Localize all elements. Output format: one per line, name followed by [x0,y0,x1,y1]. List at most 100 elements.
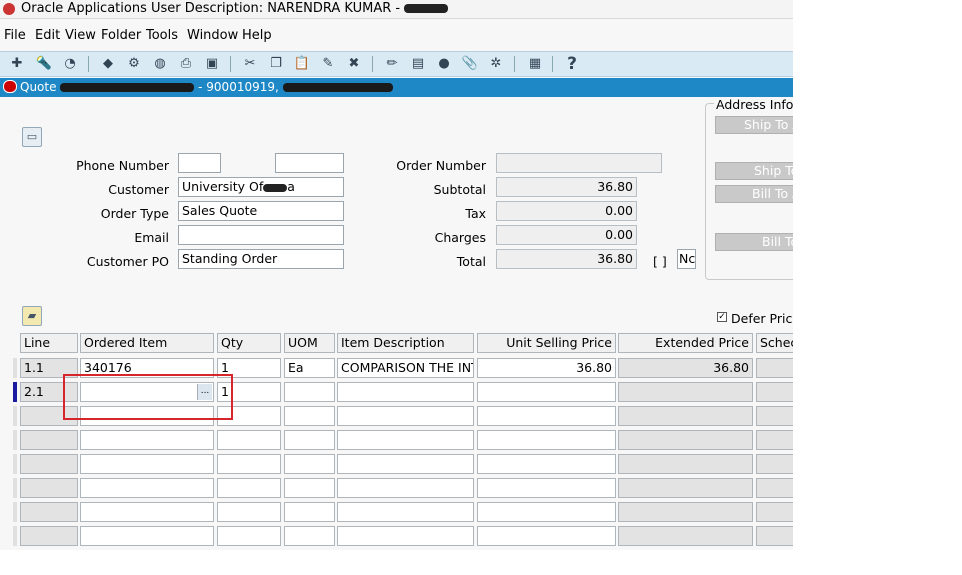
switch-responsibility-icon[interactable]: ◍ [151,55,169,73]
empty-cell[interactable] [756,478,793,498]
empty-cell[interactable] [477,526,616,546]
paste-icon[interactable]: 📋 [293,55,311,73]
cut-icon[interactable]: ✂ [241,55,259,73]
row1-schedule[interactable] [756,358,793,378]
empty-cell[interactable] [80,454,214,474]
navigator-icon[interactable]: ◔ [61,55,79,73]
find-icon[interactable]: 🔦 [35,55,53,73]
empty-cell[interactable] [80,478,214,498]
empty-cell[interactable] [284,430,335,450]
new-icon[interactable]: ✚ [8,55,26,73]
zoom-icon[interactable]: ▤ [409,55,427,73]
order-type-input[interactable]: Sales Quote [178,201,344,221]
row1-item-description[interactable]: COMPARISON THE INTI [337,358,474,378]
folder-tools-icon[interactable]: ✲ [487,55,505,73]
menu-file[interactable]: File [4,28,26,43]
menu-help[interactable]: Help [242,28,272,43]
window-help-icon[interactable]: ▦ [526,55,544,73]
translations-icon[interactable]: ● [435,55,453,73]
empty-cell[interactable] [756,454,793,474]
bill-to-address-button[interactable]: Bill To A [715,185,793,203]
next-step-icon[interactable]: ⚙ [125,55,143,73]
row-indicator[interactable] [13,502,17,522]
total-field[interactable]: 36.80 [496,249,637,269]
clear-record-icon[interactable]: ✎ [319,55,337,73]
charges-field[interactable]: 0.00 [496,225,637,245]
empty-cell[interactable] [284,406,335,426]
row1-unit-selling-price[interactable]: 36.80 [477,358,616,378]
empty-cell[interactable] [80,430,214,450]
empty-cell[interactable] [217,502,281,522]
empty-cell[interactable] [756,406,793,426]
close-form-icon[interactable]: ▣ [203,55,221,73]
save-icon[interactable]: ◆ [99,55,117,73]
empty-cell[interactable] [756,430,793,450]
defer-pricing-checkbox[interactable]: ✓ [717,312,727,322]
empty-cell[interactable] [337,478,474,498]
row2-uom[interactable] [284,382,335,402]
menu-window[interactable]: Window [187,28,238,43]
empty-cell[interactable] [477,454,616,474]
empty-cell[interactable] [477,406,616,426]
row-indicator[interactable] [13,406,17,426]
phone-area-input[interactable] [178,153,221,173]
currency-field[interactable]: Nc [677,249,696,269]
empty-cell[interactable] [756,502,793,522]
empty-cell[interactable] [217,478,281,498]
header-folder-button[interactable]: ▭ [22,127,42,147]
row2-extended-price[interactable] [618,382,753,402]
ship-to-address-button[interactable]: Ship To A [715,116,793,134]
empty-cell[interactable] [284,502,335,522]
empty-cell[interactable] [477,430,616,450]
row2-unit-selling-price[interactable] [477,382,616,402]
row2-schedule[interactable] [756,382,793,402]
lines-folder-button[interactable]: ▰ [22,306,42,326]
delete-record-icon[interactable]: ✖ [345,55,363,73]
empty-cell[interactable] [20,526,78,546]
print-icon[interactable]: ⎙ [177,55,195,73]
row1-uom[interactable]: Ea [284,358,335,378]
col-ordered-item[interactable]: Ordered Item [80,333,214,353]
empty-cell[interactable] [618,502,753,522]
col-unit-selling-price[interactable]: Unit Selling Price [477,333,616,353]
current-row-indicator[interactable] [13,382,17,402]
col-line[interactable]: Line [20,333,78,353]
col-schedule[interactable]: Schec [756,333,793,353]
empty-cell[interactable] [337,406,474,426]
customer-input[interactable]: University Of a [178,177,344,197]
col-extended-price[interactable]: Extended Price [618,333,753,353]
subtotal-field[interactable]: 36.80 [496,177,637,197]
row-indicator[interactable] [13,358,17,378]
row-indicator[interactable] [13,454,17,474]
empty-cell[interactable] [217,430,281,450]
edit-field-icon[interactable]: ✏ [383,55,401,73]
empty-cell[interactable] [284,478,335,498]
row-indicator[interactable] [13,526,17,546]
empty-cell[interactable] [618,430,753,450]
col-uom[interactable]: UOM [284,333,335,353]
phone-number-input[interactable] [275,153,344,173]
menu-edit[interactable]: Edit [35,28,60,43]
empty-cell[interactable] [618,406,753,426]
order-number-field[interactable] [496,153,662,173]
empty-cell[interactable] [80,526,214,546]
menu-folder[interactable]: Folder [101,28,141,43]
empty-cell[interactable] [618,478,753,498]
customer-po-input[interactable]: Standing Order [178,249,344,269]
empty-cell[interactable] [284,526,335,546]
empty-cell[interactable] [80,502,214,522]
row1-extended-price[interactable]: 36.80 [618,358,753,378]
empty-cell[interactable] [20,454,78,474]
col-qty[interactable]: Qty [217,333,281,353]
tax-field[interactable]: 0.00 [496,201,637,221]
empty-cell[interactable] [20,430,78,450]
col-item-description[interactable]: Item Description [337,333,474,353]
attachments-icon[interactable]: 📎 [461,55,479,73]
menu-tools[interactable]: Tools [146,28,178,43]
ship-to-button[interactable]: Ship To [715,162,793,180]
row-indicator[interactable] [13,430,17,450]
menu-view[interactable]: View [65,28,96,43]
row-indicator[interactable] [13,478,17,498]
help-icon[interactable]: ? [563,55,581,73]
empty-cell[interactable] [618,526,753,546]
